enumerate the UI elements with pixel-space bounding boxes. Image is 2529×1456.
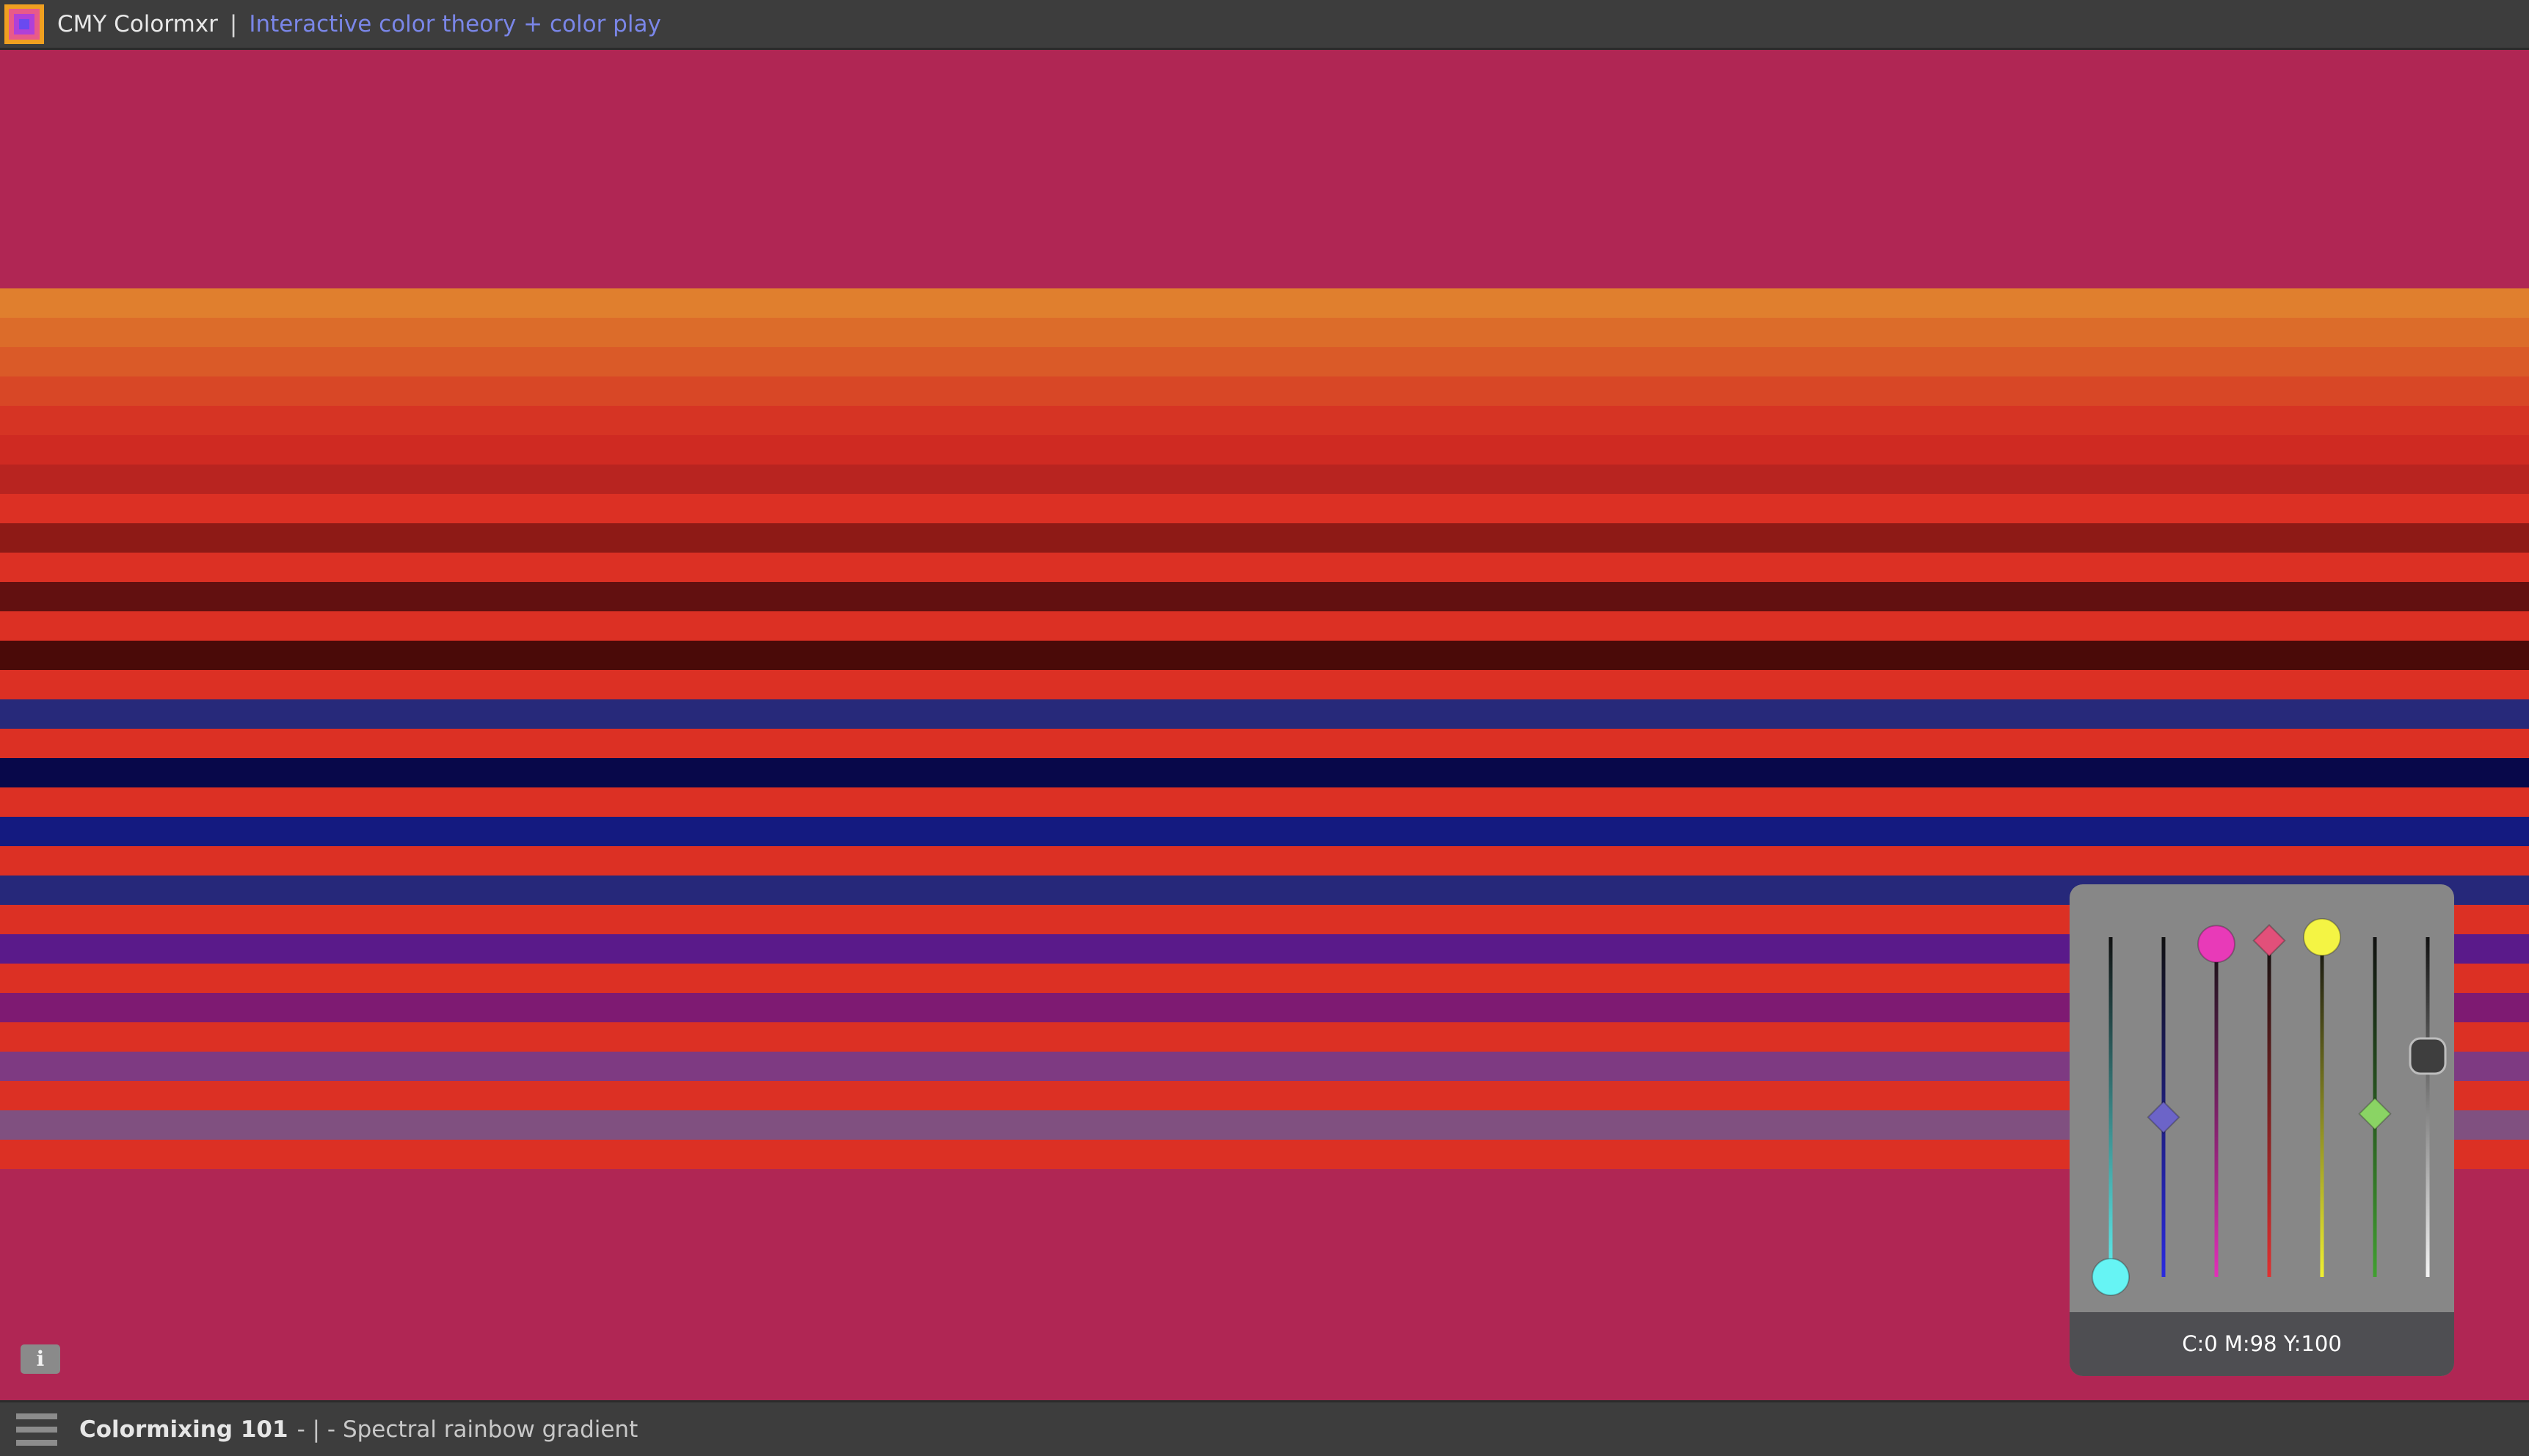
color-stripe: [0, 817, 2529, 846]
color-stripe: [0, 288, 2529, 318]
color-stripe: [0, 406, 2529, 435]
color-stripe: [0, 699, 2529, 729]
color-stripe: [0, 435, 2529, 465]
color-stripe: [0, 376, 2529, 406]
status-bar: Colormixing 101 - | - Spectral rainbow g…: [0, 1400, 2529, 1456]
cmy-readout: C:0 M:98 Y:100: [2070, 1312, 2454, 1376]
blue-slider-handle[interactable]: [2147, 1100, 2180, 1135]
magenta-slider-handle[interactable]: [2197, 925, 2235, 964]
info-button[interactable]: i: [21, 1344, 60, 1374]
color-stripe: [0, 582, 2529, 611]
color-stripe: [0, 758, 2529, 787]
cyan-slider-handle[interactable]: [2092, 1258, 2130, 1296]
red-slider-track[interactable]: [2267, 937, 2271, 1277]
status-description: - | - Spectral rainbow gradient: [296, 1416, 638, 1443]
slider-controls[interactable]: [2070, 884, 2454, 1312]
gray-slider-handle[interactable]: [2409, 1037, 2447, 1075]
color-stripe: [0, 846, 2529, 876]
magenta-slider-track[interactable]: [2214, 937, 2219, 1277]
color-stripe: [0, 729, 2529, 758]
app-window: CMY Colormxr | Interactive color theory …: [0, 0, 2529, 1456]
gray-slider-track[interactable]: [2426, 937, 2430, 1277]
yellow-slider-handle[interactable]: [2303, 918, 2341, 956]
title-bar: CMY Colormxr | Interactive color theory …: [0, 0, 2529, 50]
app-logo-icon: [4, 4, 44, 44]
app-title: CMY Colormxr: [57, 10, 218, 37]
yellow-slider-track[interactable]: [2320, 937, 2324, 1277]
color-stripe: [0, 523, 2529, 553]
color-stripe: [0, 553, 2529, 582]
green-slider-handle[interactable]: [2358, 1097, 2392, 1131]
menu-icon[interactable]: [16, 1413, 57, 1446]
color-stripe: [0, 611, 2529, 641]
color-stripe: [0, 347, 2529, 376]
cyan-slider-track[interactable]: [2108, 937, 2113, 1277]
color-stripe: [0, 465, 2529, 494]
app-subtitle: Interactive color theory + color play: [249, 10, 661, 37]
status-title: Colormixing 101: [79, 1416, 288, 1443]
color-stripe: [0, 787, 2529, 817]
red-slider-handle[interactable]: [2252, 924, 2286, 958]
color-stripe: [0, 494, 2529, 523]
color-stripe: [0, 318, 2529, 347]
color-stripe: [0, 670, 2529, 699]
title-separator: |: [229, 10, 238, 37]
slider-panel: C:0 M:98 Y:100: [2070, 884, 2454, 1376]
color-stripe: [0, 641, 2529, 670]
